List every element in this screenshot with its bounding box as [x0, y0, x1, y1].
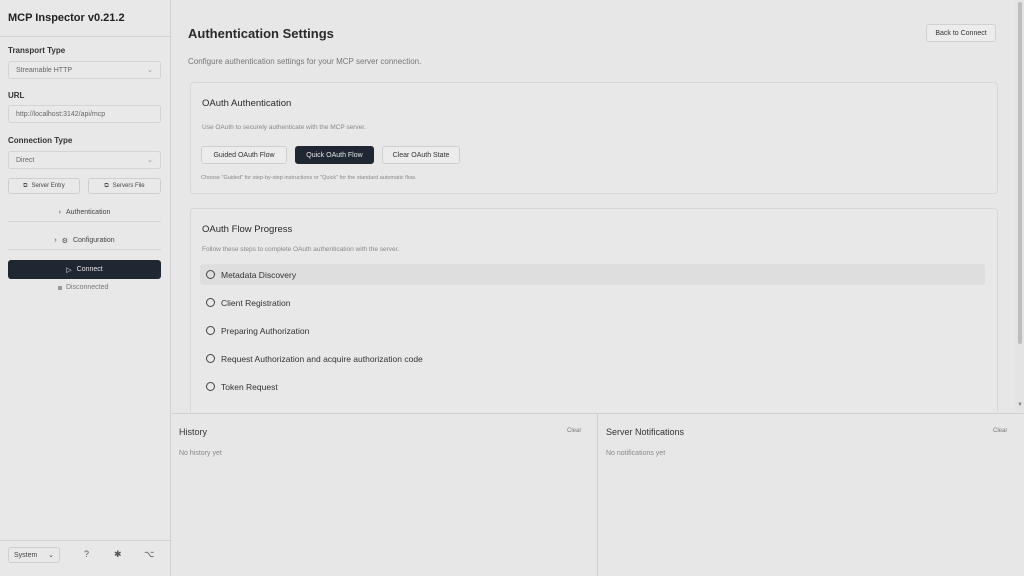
page-title: Authentication Settings: [188, 26, 334, 41]
main-content: Authentication Settings Configure authen…: [172, 0, 1015, 412]
notifications-title: Server Notifications: [606, 427, 685, 437]
chevron-down-icon: ⌄: [147, 67, 153, 74]
gear-icon: ⚙: [61, 237, 68, 245]
sidebar-divider: [0, 36, 171, 37]
servers-file-button[interactable]: ⧉ Servers File: [88, 178, 161, 194]
flow-step: Metadata Discovery: [200, 264, 985, 285]
chevron-right-icon: ›: [58, 209, 61, 216]
servers-file-label: Servers File: [112, 183, 145, 189]
oauth-auth-description: Use OAuth to securely authenticate with …: [202, 124, 366, 131]
scrollbar-thumb[interactable]: [1018, 2, 1022, 344]
help-icon[interactable]: ?: [84, 549, 89, 559]
history-panel: History No history yet Clear: [172, 414, 597, 576]
bug-icon[interactable]: ✱: [114, 549, 122, 560]
connection-type-value: Direct: [16, 156, 35, 164]
oauth-auth-title: OAuth Authentication: [202, 98, 292, 109]
step-circle-icon: [206, 382, 215, 391]
authentication-toggle[interactable]: › Authentication: [8, 204, 161, 222]
bottom-panels: History No history yet Clear Server Noti…: [172, 413, 1024, 576]
connection-type-select[interactable]: Direct ⌄: [8, 151, 161, 169]
transport-type-label: Transport Type: [8, 46, 66, 55]
transport-type-select[interactable]: Streamable HTTP ⌄: [8, 61, 161, 79]
step-circle-icon: [206, 298, 215, 307]
theme-select[interactable]: System ⌄: [8, 547, 60, 563]
chevron-down-icon: ⌄: [48, 552, 54, 559]
back-to-connect-button[interactable]: Back to Connect: [926, 24, 996, 42]
transport-type-value: Streamable HTTP: [16, 66, 73, 74]
url-label: URL: [8, 91, 25, 100]
notifications-empty: No notifications yet: [606, 450, 666, 457]
connection-status: Disconnected: [58, 284, 108, 291]
step-circle-icon: [206, 270, 215, 279]
url-input[interactable]: http://localhost:3142/api/mcp: [8, 105, 161, 123]
oauth-note: Choose "Guided" for step-by-step instruc…: [201, 175, 417, 181]
copy-icon: ⧉: [23, 182, 28, 189]
history-empty: No history yet: [179, 450, 222, 457]
step-label: Metadata Discovery: [221, 269, 297, 280]
app-title: MCP Inspector v0.21.2: [8, 12, 125, 24]
step-label: Request Authorization and acquire author…: [221, 353, 423, 364]
quick-oauth-button[interactable]: Quick OAuth Flow: [295, 146, 374, 164]
step-label: Token Request: [221, 381, 278, 392]
chevron-right-icon: ›: [54, 237, 57, 244]
main-scrollbar[interactable]: ▼: [1015, 0, 1024, 412]
server-entry-button[interactable]: ⧉ Server Entry: [8, 178, 80, 194]
step-label: Preparing Authorization: [221, 325, 310, 336]
clear-oauth-button[interactable]: Clear OAuth State: [382, 146, 460, 164]
oauth-progress-title: OAuth Flow Progress: [202, 224, 293, 235]
status-dot-icon: [58, 285, 62, 290]
scroll-down-arrow-icon[interactable]: ▼: [1017, 402, 1023, 408]
connect-button[interactable]: ▷ Connect: [8, 260, 161, 279]
flow-step: Preparing Authorization: [200, 320, 985, 341]
oauth-progress-description: Follow these steps to complete OAuth aut…: [202, 246, 400, 253]
chevron-down-icon: ⌄: [147, 157, 153, 164]
status-text: Disconnected: [66, 284, 109, 291]
connect-label: Connect: [76, 266, 103, 273]
play-icon: ▷: [66, 266, 72, 274]
notifications-clear-button[interactable]: Clear: [993, 428, 1007, 434]
history-title: History: [179, 427, 208, 437]
sidebar: MCP Inspector v0.21.2 Transport Type Str…: [0, 0, 171, 576]
flow-step: Client Registration: [200, 292, 985, 313]
github-icon[interactable]: ⌥: [144, 549, 154, 560]
page-subtitle: Configure authentication settings for yo…: [188, 57, 422, 66]
panel-divider: [597, 414, 598, 576]
step-label: Client Registration: [221, 297, 291, 308]
guided-oauth-button[interactable]: Guided OAuth Flow: [201, 146, 287, 164]
step-circle-icon: [206, 326, 215, 335]
notifications-panel: Server Notifications No notifications ye…: [599, 414, 1024, 576]
connection-type-label: Connection Type: [8, 136, 73, 145]
configuration-toggle[interactable]: › ⚙ Configuration: [8, 232, 161, 250]
sidebar-footer-divider: [0, 540, 171, 541]
configuration-label: Configuration: [72, 237, 115, 244]
theme-value: System: [14, 551, 38, 559]
authentication-label: Authentication: [65, 209, 111, 216]
flow-step: Request Authorization and acquire author…: [200, 348, 985, 369]
url-value: http://localhost:3142/api/mcp: [16, 110, 106, 118]
flow-step: Token Request: [200, 376, 985, 397]
step-circle-icon: [206, 354, 215, 363]
history-clear-button[interactable]: Clear: [567, 428, 581, 434]
server-entry-label: Server Entry: [31, 183, 65, 189]
copy-icon: ⧉: [104, 182, 109, 189]
